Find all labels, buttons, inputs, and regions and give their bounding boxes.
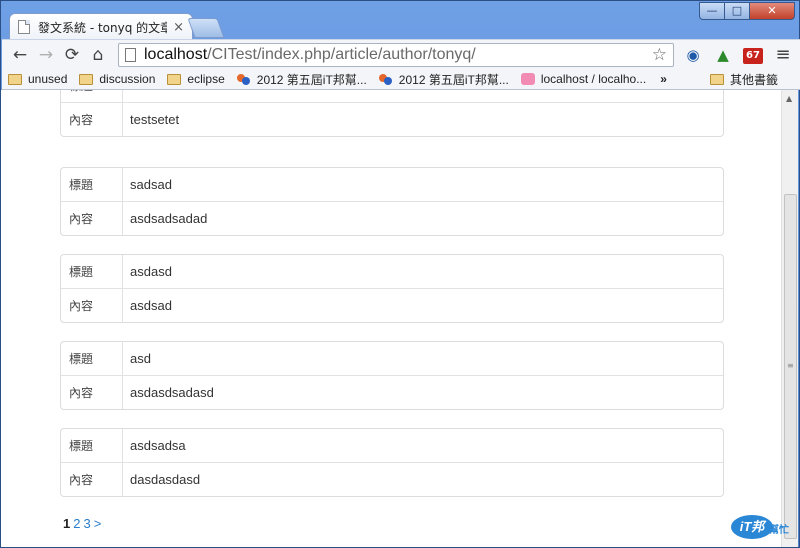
article-content-row: 內容 asdsad (61, 289, 723, 322)
url-host: localhost (144, 45, 208, 63)
back-button[interactable]: ← (8, 43, 32, 67)
vertical-scrollbar[interactable]: ▲ ≡ (781, 90, 798, 547)
article-title: estestest (123, 90, 182, 102)
bookmark-label: 其他書籤 (729, 72, 778, 87)
other-bookmarks[interactable]: 其他書籤 (709, 71, 778, 88)
page-link-2[interactable]: 2 (73, 516, 80, 531)
bookmark-phpmyadmin[interactable]: localhost / localho... (520, 72, 647, 86)
navigation-toolbar: ← → ⟳ ⌂ localhost/CITest/index.php/artic… (2, 39, 800, 69)
folder-icon (709, 73, 724, 85)
grip-icon: ≡ (787, 361, 794, 370)
wrench-menu-icon[interactable]: ≡ (772, 44, 794, 66)
bookmark-label: localhost / localho... (540, 72, 647, 86)
bookmark-label: 2012 第五屆iT邦幫... (398, 72, 509, 87)
bookmarks-bar: unused discussion eclipse 2012 第五屆iT邦幫..… (2, 69, 800, 90)
article-title: sadsad (130, 177, 172, 192)
home-button[interactable]: ⌂ (86, 43, 110, 67)
article-content: dasdasdasd (130, 472, 201, 487)
address-bar[interactable]: localhost/CITest/index.php/article/autho… (118, 42, 674, 67)
bookmark-label: 2012 第五屆iT邦幫... (256, 72, 367, 87)
pagination: 1 2 3 > (63, 516, 104, 531)
phpmyadmin-favicon-icon (520, 73, 535, 85)
close-window-button[interactable]: ✕ (749, 2, 795, 20)
page-next-link[interactable]: > (94, 516, 102, 531)
page-current: 1 (63, 516, 71, 531)
title-label: 標題 (61, 429, 123, 462)
folder-icon (8, 73, 22, 85)
article-card: 標題 sadsad 內容 asdsadsadad (60, 167, 724, 236)
window-controls: — □ ✕ (699, 2, 795, 20)
article-content: testsetet (130, 112, 180, 127)
content-label: 內容 (61, 103, 123, 136)
content-label: 內容 (61, 202, 123, 235)
scroll-thumb[interactable]: ≡ (784, 194, 797, 539)
new-tab-button[interactable] (187, 18, 225, 38)
globe-extension-icon[interactable]: ◉ (682, 44, 704, 66)
bookmarks-overflow-chevron[interactable]: » (660, 72, 667, 86)
close-tab-icon[interactable]: × (173, 20, 184, 35)
page-icon (125, 47, 136, 62)
bookmark-label: discussion (99, 72, 156, 86)
article-title: asdsadsa (130, 438, 186, 453)
article-content: asdsad (130, 298, 172, 313)
scroll-up-arrow-icon[interactable]: ▲ (786, 94, 792, 103)
ithome-favicon-icon (378, 73, 393, 85)
article-title: asdasd (130, 264, 172, 279)
content-label: 內容 (61, 289, 123, 322)
article-title-row: 標題 estestest (61, 90, 723, 103)
article-card: 標題 asd 內容 asdasdsadasd (60, 341, 724, 410)
article-card: 標題 asdsadsa 內容 dasdasdasd (60, 428, 724, 497)
ithelp-sub-label: 幫忙 (769, 525, 789, 536)
folder-icon (167, 73, 182, 85)
article-card: 標題 asdasd 內容 asdsad (60, 254, 724, 323)
ithelp-floating-badge[interactable]: iT邦 幫忙 (731, 513, 791, 541)
article-content: asdsadsadad (130, 211, 208, 226)
article-title: asd (130, 351, 151, 366)
evernote-extension-icon[interactable]: ▲ (712, 44, 734, 66)
article-content-row: 內容 asdsadsadad (61, 202, 723, 235)
article-content-row: 內容 testsetet (61, 103, 723, 136)
minimize-button[interactable]: — (699, 2, 725, 20)
bookmark-eclipse[interactable]: eclipse (167, 72, 225, 86)
tab-strip: 發文系統 - tonyq 的文章列 × — □ ✕ (1, 1, 800, 40)
article-content-row: 內容 dasdasdasd (61, 463, 723, 496)
forward-button[interactable]: → (34, 43, 58, 67)
folder-icon (79, 73, 94, 85)
tab-title: 發文系統 - tonyq 的文章列 (38, 20, 168, 35)
bookmark-label: unused (28, 72, 68, 86)
maximize-button[interactable]: □ (724, 2, 750, 20)
article-content: asdasdsadasd (130, 385, 214, 400)
bookmark-star-icon[interactable]: ☆ (652, 45, 667, 65)
page-link-3[interactable]: 3 (83, 516, 90, 531)
ithelp-logo: iT邦 (731, 515, 773, 539)
title-label: 標題 (61, 342, 123, 375)
article-content-row: 內容 asdasdsadasd (61, 376, 723, 409)
content-label: 內容 (61, 463, 123, 496)
article-title-row: 標題 asdasd (61, 255, 723, 289)
article-title-row: 標題 sadsad (61, 168, 723, 202)
article-title-row: 標題 asdsadsa (61, 429, 723, 463)
title-label: 標題 (61, 90, 123, 102)
article-card: 標題 estestest 內容 testsetet (60, 90, 724, 137)
bookmark-ithelp-2[interactable]: 2012 第五屆iT邦幫... (378, 71, 509, 88)
bookmark-unused[interactable]: unused (8, 72, 67, 86)
tab-active[interactable]: 發文系統 - tonyq 的文章列 × (9, 13, 193, 40)
title-label: 標題 (61, 168, 123, 201)
page-icon (18, 20, 30, 34)
bookmark-ithelp-1[interactable]: 2012 第五屆iT邦幫... (236, 71, 367, 88)
title-label: 標題 (61, 255, 123, 288)
reload-button[interactable]: ⟳ (60, 43, 84, 67)
notification-count: 67 (743, 47, 763, 64)
ithome-favicon-icon (236, 73, 251, 85)
url-path: /CITest/index.php/article/author/tonyq/ (207, 45, 476, 63)
content-label: 內容 (61, 376, 123, 409)
mail-notification-icon[interactable]: 67 (742, 44, 764, 66)
bookmark-discussion[interactable]: discussion (79, 72, 155, 86)
article-title-row: 標題 asd (61, 342, 723, 376)
bookmark-label: eclipse (187, 72, 225, 86)
page-content: 標題 estestest 內容 testsetet 標題 sadsad 內容 a… (1, 90, 781, 547)
